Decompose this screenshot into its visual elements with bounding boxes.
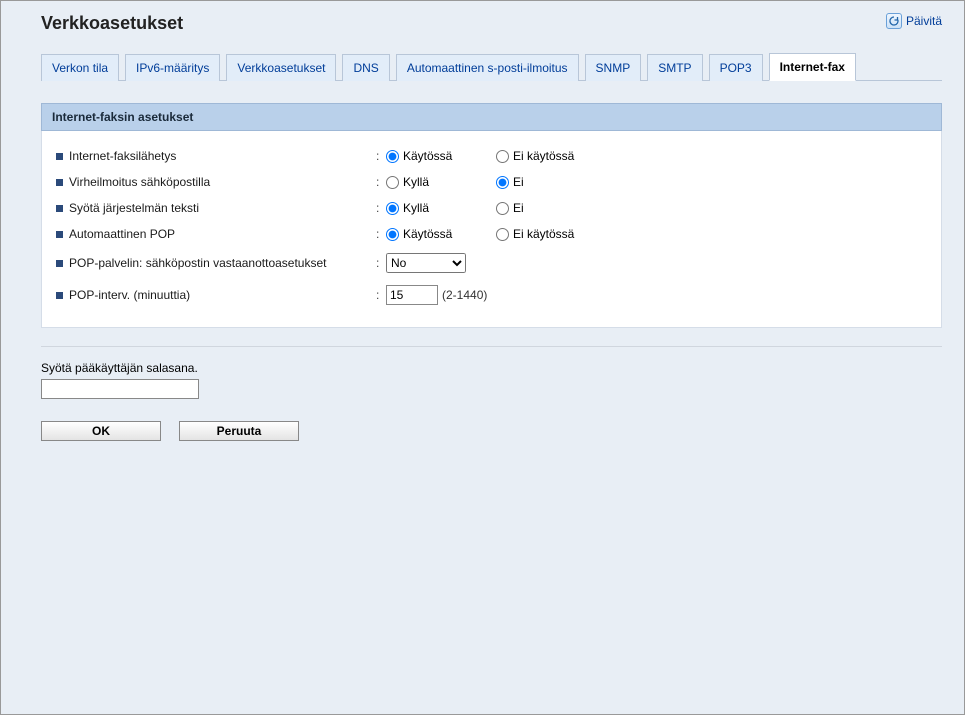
settings-panel: Internet-faksin asetukset Internet-faksi… (41, 103, 942, 328)
refresh-button[interactable]: Päivitä (886, 13, 942, 29)
tab-smtp[interactable]: SMTP (647, 54, 702, 81)
opt-label: Ei käytössä (513, 149, 574, 163)
colon: : (376, 149, 386, 163)
opt-label: Ei (513, 175, 524, 189)
row-internet-fax-send: Internet-faksilähetys : Käytössä Ei käyt… (56, 143, 927, 169)
opt-systext-yes[interactable]: Kyllä (386, 201, 496, 215)
opt-send-on[interactable]: Käytössä (386, 149, 496, 163)
tab-pop3[interactable]: POP3 (709, 54, 763, 81)
radio-autopop-off[interactable] (496, 228, 509, 241)
opt-autopop-on[interactable]: Käytössä (386, 227, 496, 241)
row-pop-server: POP-palvelin: sähköpostin vastaanottoase… (56, 247, 927, 279)
bullet-icon (56, 231, 63, 238)
radio-send-off[interactable] (496, 150, 509, 163)
refresh-label: Päivitä (906, 14, 942, 28)
radio-autopop-on[interactable] (386, 228, 399, 241)
tab-ipv6[interactable]: IPv6-määritys (125, 54, 220, 81)
tab-snmp[interactable]: SNMP (585, 54, 642, 81)
pop-interval-hint: (2-1440) (442, 288, 487, 302)
tab-verkkoasetukset[interactable]: Verkkoasetukset (226, 54, 336, 81)
bullet-icon (56, 153, 63, 160)
panel-title: Internet-faksin asetukset (41, 103, 942, 131)
opt-label: Ei (513, 201, 524, 215)
radio-systext-no[interactable] (496, 202, 509, 215)
opt-label: Käytössä (403, 227, 452, 241)
bullet-icon (56, 292, 63, 299)
colon: : (376, 288, 386, 302)
radio-send-on[interactable] (386, 150, 399, 163)
opt-send-off[interactable]: Ei käytössä (496, 149, 606, 163)
radio-error-yes[interactable] (386, 176, 399, 189)
tab-internet-fax[interactable]: Internet-fax (769, 53, 856, 81)
tab-auto-email[interactable]: Automaattinen s-posti-ilmoitus (396, 54, 579, 81)
opt-autopop-off[interactable]: Ei käytössä (496, 227, 606, 241)
row-auto-pop: Automaattinen POP : Käytössä Ei käytössä (56, 221, 927, 247)
radio-systext-yes[interactable] (386, 202, 399, 215)
label-error-mail: Virheilmoitus sähköpostilla (69, 175, 210, 189)
pop-server-select[interactable]: No (386, 253, 466, 273)
ok-button[interactable]: OK (41, 421, 161, 441)
row-pop-interval: POP-interv. (minuuttia) : (2-1440) (56, 279, 927, 311)
tab-dns[interactable]: DNS (342, 54, 389, 81)
footer: Syötä pääkäyttäjän salasana. OK Peruuta (41, 347, 942, 441)
colon: : (376, 175, 386, 189)
password-prompt: Syötä pääkäyttäjän salasana. (41, 361, 942, 375)
opt-error-yes[interactable]: Kyllä (386, 175, 496, 189)
page-title: Verkkoasetukset (41, 13, 183, 34)
row-system-text: Syötä järjestelmän teksti : Kyllä Ei (56, 195, 927, 221)
admin-password-input[interactable] (41, 379, 199, 399)
bullet-icon (56, 205, 63, 212)
row-error-mail: Virheilmoitus sähköpostilla : Kyllä Ei (56, 169, 927, 195)
tab-bar: Verkon tila IPv6-määritys Verkkoasetukse… (41, 52, 942, 81)
label-pop-interval: POP-interv. (minuuttia) (69, 288, 190, 302)
colon: : (376, 227, 386, 241)
opt-label: Kyllä (403, 175, 429, 189)
colon: : (376, 256, 386, 270)
opt-label: Kyllä (403, 201, 429, 215)
tab-verkon-tila[interactable]: Verkon tila (41, 54, 119, 81)
refresh-icon (886, 13, 902, 29)
cancel-button[interactable]: Peruuta (179, 421, 299, 441)
bullet-icon (56, 179, 63, 186)
opt-systext-no[interactable]: Ei (496, 201, 606, 215)
pop-interval-input[interactable] (386, 285, 438, 305)
bullet-icon (56, 260, 63, 267)
opt-error-no[interactable]: Ei (496, 175, 606, 189)
label-pop-server: POP-palvelin: sähköpostin vastaanottoase… (69, 256, 326, 270)
label-auto-pop: Automaattinen POP (69, 227, 175, 241)
radio-error-no[interactable] (496, 176, 509, 189)
opt-label: Käytössä (403, 149, 452, 163)
opt-label: Ei käytössä (513, 227, 574, 241)
colon: : (376, 201, 386, 215)
label-internet-fax-send: Internet-faksilähetys (69, 149, 176, 163)
label-system-text: Syötä järjestelmän teksti (69, 201, 199, 215)
